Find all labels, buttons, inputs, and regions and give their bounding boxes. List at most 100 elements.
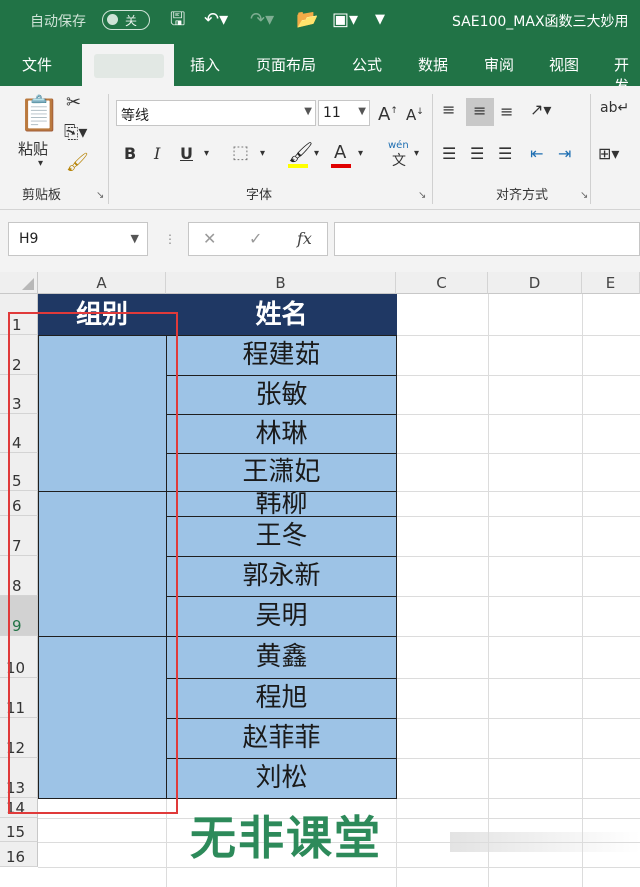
- align-right-icon[interactable]: ☰: [498, 144, 512, 163]
- increase-indent-icon[interactable]: ⇥: [558, 144, 571, 163]
- tab-home-label-blurred: [94, 54, 164, 78]
- formula-input[interactable]: [334, 222, 640, 256]
- column-header-d[interactable]: D: [488, 272, 582, 294]
- chevron-down-icon[interactable]: ▼: [131, 232, 139, 245]
- font-name-combo[interactable]: 等线 ▼: [116, 100, 316, 126]
- chevron-down-icon[interactable]: ▾: [314, 148, 319, 159]
- middle-align-icon: ≡: [473, 101, 487, 120]
- alignment-launcher-icon[interactable]: ↘: [580, 190, 588, 201]
- tab-page-layout[interactable]: 页面布局: [256, 54, 316, 75]
- tab-file[interactable]: 文件: [22, 54, 52, 75]
- tab-view[interactable]: 视图: [549, 54, 579, 75]
- bottom-align-icon[interactable]: ≡: [500, 102, 513, 121]
- customize-quick-access-icon[interactable]: ▼: [375, 9, 385, 31]
- clipboard-group-label: 剪贴板: [22, 188, 62, 203]
- fill-color-icon[interactable]: 🖌: [288, 140, 313, 164]
- clipboard-launcher-icon[interactable]: ↘: [96, 190, 104, 201]
- paste-icon[interactable]: 📋: [18, 94, 60, 134]
- name-box[interactable]: H9 ▼: [8, 222, 148, 256]
- italic-icon[interactable]: I: [154, 144, 160, 163]
- merge-center-icon[interactable]: ⊞▾: [598, 144, 619, 163]
- redo-icon[interactable]: ↷▾: [250, 9, 274, 31]
- name-cell[interactable]: 赵菲菲: [166, 718, 397, 759]
- watermark-logo: 无非课堂: [190, 811, 382, 865]
- paste-label[interactable]: 粘贴: [18, 138, 48, 159]
- column-header-e[interactable]: E: [582, 272, 640, 294]
- autosave-toggle[interactable]: 关: [102, 10, 150, 30]
- borders-icon[interactable]: ⬚: [232, 142, 249, 163]
- phonetic-guide-icon[interactable]: 文: [392, 150, 406, 170]
- tab-insert[interactable]: 插入: [190, 54, 220, 75]
- orientation-icon[interactable]: ↗▾: [530, 100, 551, 119]
- copy-icon[interactable]: ⎘▾: [64, 122, 87, 143]
- fill-color-swatch: [288, 164, 308, 168]
- font-size-value: 11: [323, 105, 341, 121]
- wrap-text-icon[interactable]: ab↵: [600, 100, 629, 116]
- cell-b1-header[interactable]: 姓名: [166, 294, 397, 336]
- ribbon-separator: [432, 94, 433, 204]
- row-number: 15: [6, 823, 26, 841]
- name-cell[interactable]: 王冬: [166, 516, 397, 557]
- name-box-value: H9: [19, 231, 39, 247]
- ribbon-separator: [590, 94, 591, 204]
- name-cell[interactable]: 程建茹: [166, 335, 397, 376]
- middle-align-button[interactable]: ≡: [466, 98, 494, 126]
- name-cell[interactable]: 郭永新: [166, 556, 397, 597]
- column-header-b[interactable]: B: [166, 272, 396, 294]
- name-cell[interactable]: 刘松: [166, 758, 397, 799]
- chevron-down-icon[interactable]: ▾: [260, 148, 265, 159]
- tab-review[interactable]: 审阅: [484, 54, 514, 75]
- insert-function-icon[interactable]: fx: [297, 229, 312, 248]
- tab-data[interactable]: 数据: [418, 54, 448, 75]
- select-all-icon: [22, 278, 34, 290]
- cancel-icon[interactable]: ✕: [203, 229, 216, 248]
- name-cell[interactable]: 程旭: [166, 678, 397, 719]
- autosave-label: 自动保存: [30, 14, 86, 30]
- column-header-c[interactable]: C: [396, 272, 488, 294]
- undo-icon[interactable]: ↶▾: [204, 9, 228, 31]
- name-cell[interactable]: 韩柳: [166, 491, 397, 517]
- chevron-down-icon[interactable]: ▾: [358, 148, 363, 159]
- touch-mode-icon[interactable]: ▣▾: [332, 9, 358, 31]
- underline-icon[interactable]: U: [180, 144, 193, 163]
- bold-icon[interactable]: B: [124, 144, 136, 163]
- decrease-indent-icon[interactable]: ⇤: [530, 144, 543, 163]
- autosave-state: 关: [125, 14, 138, 28]
- decrease-font-icon[interactable]: A↓: [406, 106, 424, 124]
- paste-dropdown-icon[interactable]: ▾: [38, 158, 43, 169]
- select-all-corner[interactable]: [0, 272, 38, 294]
- font-color-icon[interactable]: A: [334, 142, 346, 163]
- chevron-down-icon[interactable]: ▾: [414, 148, 419, 159]
- font-size-combo[interactable]: 11 ▼: [318, 100, 370, 126]
- name-cell[interactable]: 林琳: [166, 414, 397, 454]
- save-icon[interactable]: 🖫: [170, 9, 185, 31]
- column-header-a[interactable]: A: [38, 272, 166, 294]
- align-left-icon[interactable]: ☰: [442, 144, 456, 163]
- top-align-icon[interactable]: ≡: [442, 100, 455, 119]
- name-cell[interactable]: 吴明: [166, 596, 397, 637]
- row-number: 16: [6, 848, 26, 866]
- title-bar: 自动保存 关 🖫 ↶▾ ↷▾ 📂 ▣▾ ▼ SAE100_MAX函数三大妙用: [0, 0, 640, 42]
- name-cell[interactable]: 王潇妃: [166, 453, 397, 492]
- drag-handle-icon[interactable]: ⋮: [164, 232, 176, 246]
- watermark-fade: [450, 832, 640, 852]
- tab-formulas[interactable]: 公式: [352, 54, 382, 75]
- row-header[interactable]: 16: [0, 842, 38, 867]
- chevron-down-icon[interactable]: ▾: [204, 148, 209, 159]
- name-cell[interactable]: 黄鑫: [166, 636, 397, 679]
- chevron-down-icon[interactable]: ▼: [358, 106, 366, 117]
- open-folder-icon[interactable]: 📂: [296, 9, 318, 31]
- align-center-icon[interactable]: ☰: [470, 144, 484, 163]
- cut-icon[interactable]: ✂: [66, 92, 81, 113]
- worksheet-grid[interactable]: A B C D E 1 2 3 4 5 6 7 8 9 10 11 12 13 …: [0, 272, 640, 887]
- increase-font-icon[interactable]: A↑: [378, 104, 398, 125]
- highlight-box: [8, 312, 178, 814]
- font-name-value: 等线: [121, 108, 149, 124]
- font-launcher-icon[interactable]: ↘: [418, 190, 426, 201]
- format-painter-icon[interactable]: 🖌: [66, 152, 89, 173]
- toggle-knob: [107, 14, 118, 25]
- row-header[interactable]: 15: [0, 818, 38, 842]
- chevron-down-icon[interactable]: ▼: [304, 106, 312, 117]
- name-cell[interactable]: 张敏: [166, 375, 397, 415]
- enter-icon[interactable]: ✓: [249, 229, 262, 248]
